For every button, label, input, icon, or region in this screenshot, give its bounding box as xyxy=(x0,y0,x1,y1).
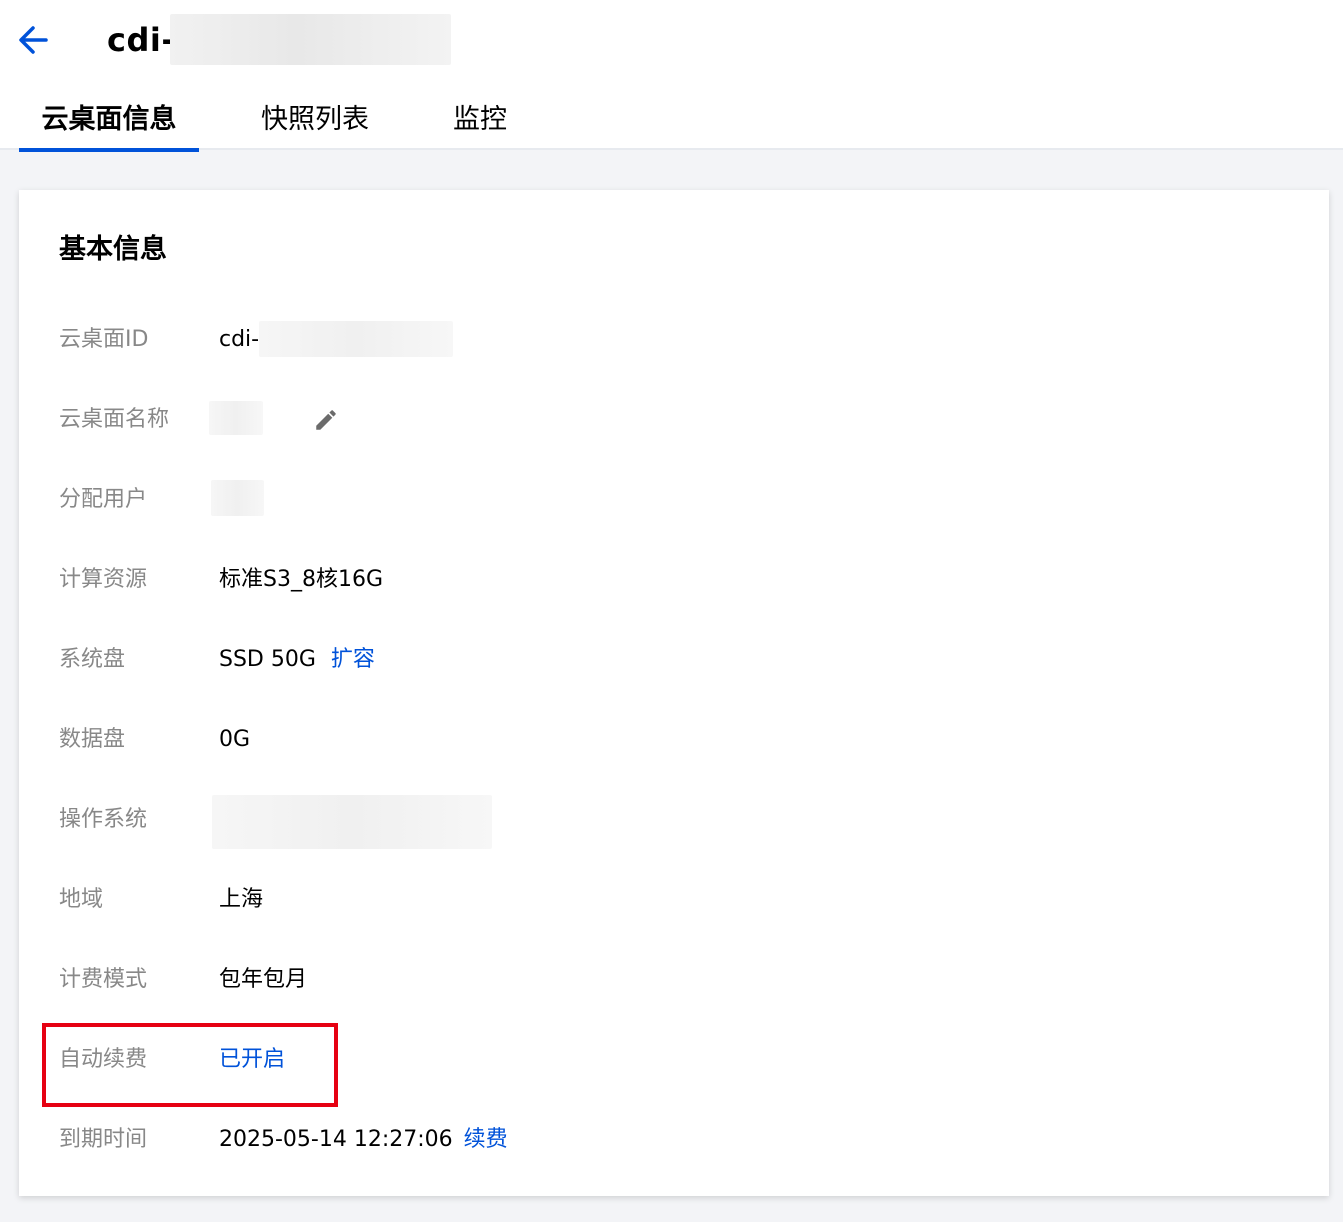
expiry-value-group: 2025-05-14 12:27:06 续费 xyxy=(219,1120,508,1160)
tab-snapshot-list[interactable]: 快照列表 xyxy=(250,98,380,148)
billing-label: 计费模式 xyxy=(59,967,148,992)
auto-renew-label: 自动续费 xyxy=(59,1047,148,1072)
row-os: 操作系统 xyxy=(59,795,1259,849)
page-header: cdi- 云桌面信息 快照列表 监控 xyxy=(0,0,1343,152)
row-system-disk: 系统盘 SSD 50G 扩容 xyxy=(59,640,1259,680)
row-auto-renew: 自动续费 已开启 xyxy=(59,1040,1259,1080)
data-disk-label: 数据盘 xyxy=(59,727,126,752)
redacted-title xyxy=(170,14,451,65)
region-value: 上海 xyxy=(219,887,264,912)
renew-link[interactable]: 续费 xyxy=(464,1127,508,1152)
expiry-label: 到期时间 xyxy=(59,1127,148,1152)
redacted-os xyxy=(212,795,492,849)
row-desktop-id: 云桌面ID cdi- xyxy=(59,320,1259,360)
basic-info-card: 基本信息 云桌面ID cdi- 云桌面名称 分配用户 计算资源 标准S3_8核1… xyxy=(19,190,1329,1196)
tab-monitor[interactable]: 监控 xyxy=(440,98,520,148)
system-disk-label: 系统盘 xyxy=(59,647,126,672)
desktop-name-label: 云桌面名称 xyxy=(59,407,170,432)
arrow-left-icon xyxy=(19,26,48,54)
row-assigned-user: 分配用户 xyxy=(59,480,1259,520)
row-expiry: 到期时间 2025-05-14 12:27:06 续费 xyxy=(59,1120,1259,1160)
compute-label: 计算资源 xyxy=(59,567,148,592)
redacted-desktop-name xyxy=(209,401,263,435)
redacted-desktop-id xyxy=(259,321,453,357)
auto-renew-status-link[interactable]: 已开启 xyxy=(219,1040,285,1080)
region-label: 地域 xyxy=(59,887,104,912)
system-disk-value-group: SSD 50G 扩容 xyxy=(219,640,375,680)
row-region: 地域 上海 xyxy=(59,880,1259,920)
billing-value: 包年包月 xyxy=(219,967,308,992)
data-disk-value: 0G xyxy=(219,727,251,752)
row-desktop-name: 云桌面名称 xyxy=(59,400,1259,440)
os-label: 操作系统 xyxy=(59,807,148,832)
pencil-edit-icon[interactable] xyxy=(313,407,339,433)
back-button[interactable] xyxy=(14,22,54,58)
page-title: cdi- xyxy=(107,21,176,59)
row-data-disk: 数据盘 0G xyxy=(59,720,1259,760)
desktop-id-value: cdi- xyxy=(219,327,260,352)
expand-disk-link[interactable]: 扩容 xyxy=(331,647,375,672)
compute-value: 标准S3_8核16G xyxy=(219,567,384,592)
expiry-value: 2025-05-14 12:27:06 xyxy=(219,1127,453,1152)
row-billing: 计费模式 包年包月 xyxy=(59,960,1259,1000)
system-disk-value: SSD 50G xyxy=(219,647,316,672)
desktop-id-label: 云桌面ID xyxy=(59,327,149,352)
section-title: 基本信息 xyxy=(59,234,167,265)
assigned-user-label: 分配用户 xyxy=(59,487,148,512)
redacted-assigned-user xyxy=(211,480,264,516)
tab-desktop-info[interactable]: 云桌面信息 xyxy=(19,98,199,152)
row-compute: 计算资源 标准S3_8核16G xyxy=(59,560,1259,600)
